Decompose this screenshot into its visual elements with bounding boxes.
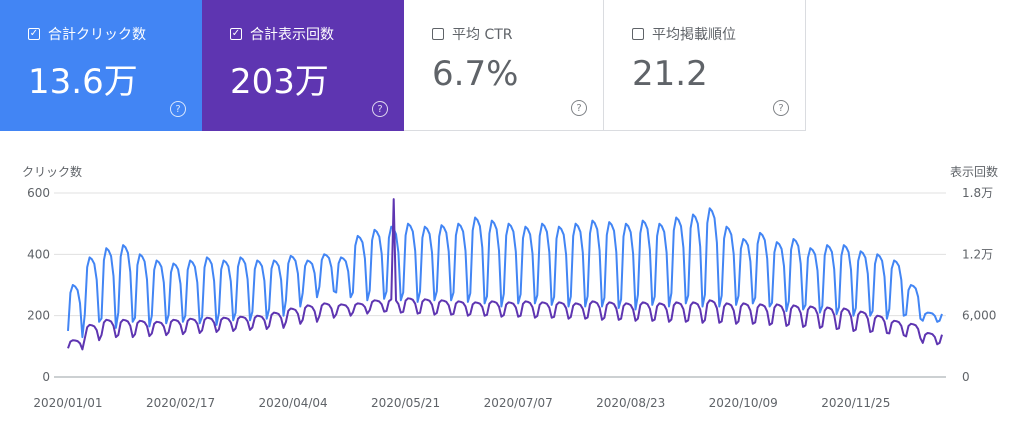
x-tick-label: 2020/08/23: [596, 396, 665, 410]
y-left-tick-label: 200: [27, 309, 50, 323]
y-left-tick-label: 0: [42, 370, 50, 384]
y-right-tick-label: 0: [962, 370, 970, 384]
x-tick-label: 2020/01/01: [33, 396, 102, 410]
y-right-tick-label: 1.2万: [962, 247, 993, 261]
series-line: [67, 207, 943, 339]
x-tick-label: 2020/05/21: [371, 396, 440, 410]
x-tick-label: 2020/10/09: [709, 396, 778, 410]
y-right-tick-label: 6,000: [962, 309, 996, 323]
x-tick-label: 2020/04/04: [258, 396, 327, 410]
x-tick-label: 2020/07/07: [484, 396, 553, 410]
y-right-tick-label: 1.8万: [962, 186, 993, 200]
x-tick-label: 2020/02/17: [146, 396, 215, 410]
performance-chart: 600 1.8万 400 1.2万 200 6,000 0 0 2020/01/01 2020/0…: [27, 186, 996, 410]
y-left-tick-label: 600: [27, 186, 50, 200]
y-left-tick-label: 400: [27, 247, 50, 261]
x-tick-label: 2020/11/25: [821, 396, 890, 410]
